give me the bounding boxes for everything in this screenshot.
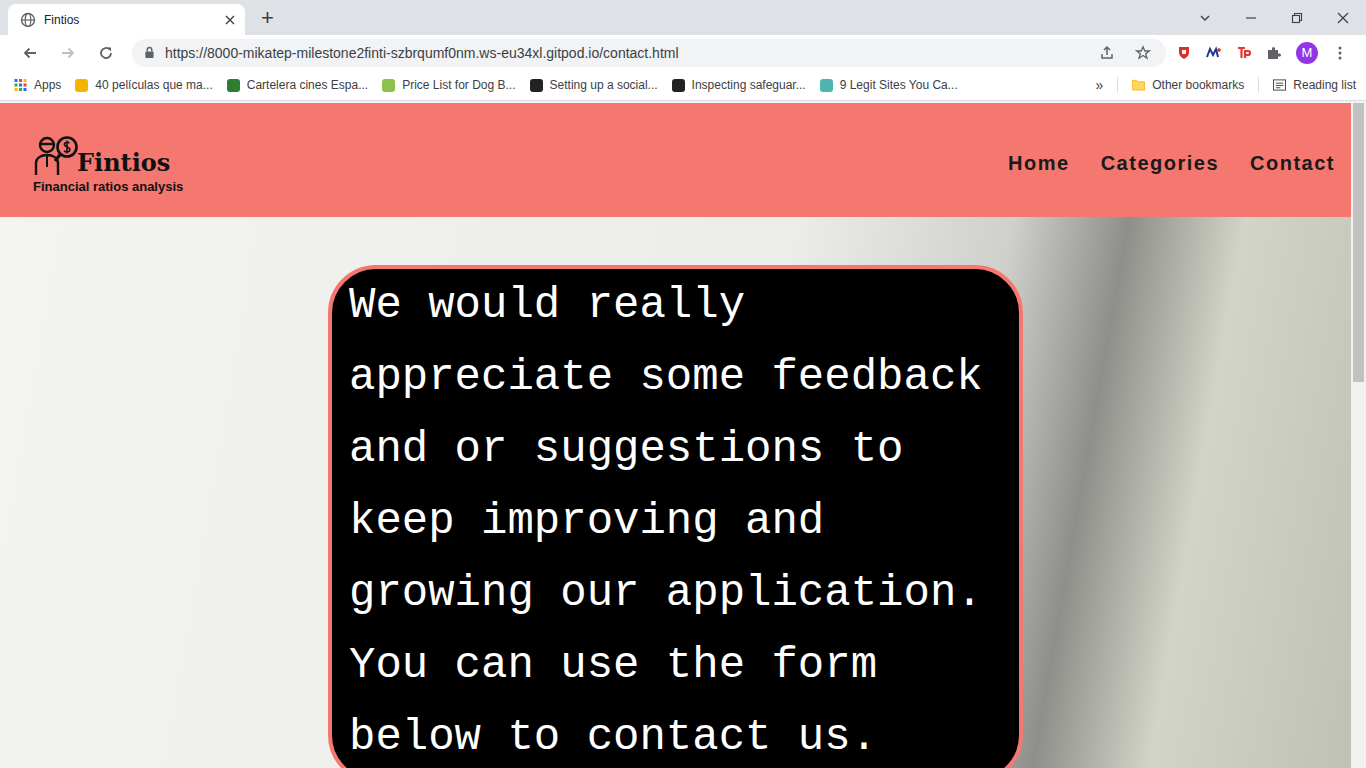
reload-icon[interactable]: [90, 45, 122, 61]
back-arrow-icon[interactable]: [14, 45, 46, 61]
tp-extension-icon[interactable]: [1232, 45, 1256, 61]
folder-icon: [1132, 79, 1145, 91]
site-favicon-icon: [227, 79, 240, 92]
bookmark[interactable]: Price List for Dog B...: [382, 78, 515, 92]
apps-grid-icon: [14, 79, 27, 91]
hero-photo: We would really appreciate some feedback…: [0, 217, 1351, 768]
forward-arrow-icon[interactable]: [52, 45, 84, 61]
page-scrollbar[interactable]: [1351, 103, 1366, 768]
bookmark-label: 9 Legit Sites You Ca...: [840, 78, 958, 92]
puzzle-extension-icon[interactable]: [1262, 45, 1286, 61]
logo-tagline: Financial ratios analysis: [33, 179, 183, 194]
site-favicon-icon: [820, 79, 833, 92]
share-icon[interactable]: [1094, 45, 1120, 61]
close-icon[interactable]: [225, 15, 235, 25]
web-page: Fintios Financial ratios analysis Home Cate…: [0, 101, 1366, 768]
bookmark-label: 40 películas que ma...: [95, 78, 212, 92]
logo-name: Fintios: [77, 151, 170, 177]
bookmark-label: Cartelera cines Espa...: [247, 78, 368, 92]
bookmark-label: Setting up a social...: [550, 78, 658, 92]
feedback-message: We would really appreciate some feedback…: [349, 269, 1003, 768]
reading-list-icon: [1273, 79, 1286, 91]
other-bookmarks[interactable]: Other bookmarks: [1132, 78, 1244, 92]
address-bar[interactable]: https://8000-mikatep-milestone2finti-szb…: [132, 39, 1166, 67]
scrollbar-thumb[interactable]: [1353, 103, 1364, 382]
more-bookmarks-button[interactable]: »: [1095, 77, 1103, 93]
nav-link[interactable]: Home: [1008, 152, 1070, 175]
bookmark[interactable]: Setting up a social...: [530, 78, 658, 92]
browser-window: Fintios + https://8000-mikatep-milestone2f…: [0, 0, 1366, 768]
profile-avatar[interactable]: M: [1296, 42, 1318, 64]
star-icon[interactable]: [1130, 45, 1156, 61]
tab-strip: Fintios +: [0, 0, 1366, 35]
bookmark-label: Reading list: [1293, 78, 1356, 92]
restore-icon[interactable]: [1274, 12, 1320, 24]
shield-extension-icon[interactable]: [1172, 45, 1196, 61]
bookmark-label: Price List for Dog B...: [402, 78, 515, 92]
minimize-icon[interactable]: [1228, 12, 1274, 24]
logo[interactable]: Fintios Financial ratios analysis: [33, 133, 183, 194]
menu-dots-icon[interactable]: [1324, 45, 1356, 61]
new-tab-button[interactable]: +: [261, 7, 274, 29]
site-favicon-icon: [382, 79, 395, 92]
bookmark[interactable]: 40 películas que ma...: [75, 78, 212, 92]
lock-icon[interactable]: [144, 46, 155, 59]
bookmarks-bar: Apps 40 películas que ma... Cartelera cine…: [0, 70, 1366, 101]
nav-link[interactable]: Contact: [1250, 152, 1335, 175]
tab-title: Fintios: [44, 13, 217, 27]
bookmark[interactable]: 9 Legit Sites You Ca...: [820, 78, 958, 92]
window-close-icon[interactable]: [1320, 12, 1366, 24]
bookmark-label: Inspecting safeguar...: [692, 78, 806, 92]
m-plus-extension-icon[interactable]: [1202, 45, 1226, 61]
site-header: Fintios Financial ratios analysis Home Cate…: [0, 103, 1351, 217]
bookmark[interactable]: Inspecting safeguar...: [672, 78, 806, 92]
bookmark[interactable]: Cartelera cines Espa...: [227, 78, 368, 92]
bookmark-label: Other bookmarks: [1152, 78, 1244, 92]
main-nav: Home Categories Contact: [1008, 152, 1335, 175]
site-favicon-icon: [75, 79, 88, 92]
feedback-message-card: We would really appreciate some feedback…: [328, 265, 1023, 768]
bookmark-label: Apps: [34, 78, 61, 92]
site-content: Fintios Financial ratios analysis Home Cate…: [0, 103, 1351, 768]
site-favicon-icon: [672, 79, 685, 92]
url-text: https://8000-mikatep-milestone2finti-szb…: [165, 45, 1084, 61]
site-favicon-icon: [530, 79, 543, 92]
globe-icon: [20, 12, 36, 28]
tab-search-chevron-icon[interactable]: [1182, 12, 1228, 24]
reading-list[interactable]: Reading list: [1273, 78, 1356, 92]
toolbar: https://8000-mikatep-milestone2finti-szb…: [0, 35, 1366, 70]
browser-tab[interactable]: Fintios: [8, 4, 245, 35]
nav-link[interactable]: Categories: [1101, 152, 1219, 175]
bookmark[interactable]: Apps: [14, 78, 61, 92]
